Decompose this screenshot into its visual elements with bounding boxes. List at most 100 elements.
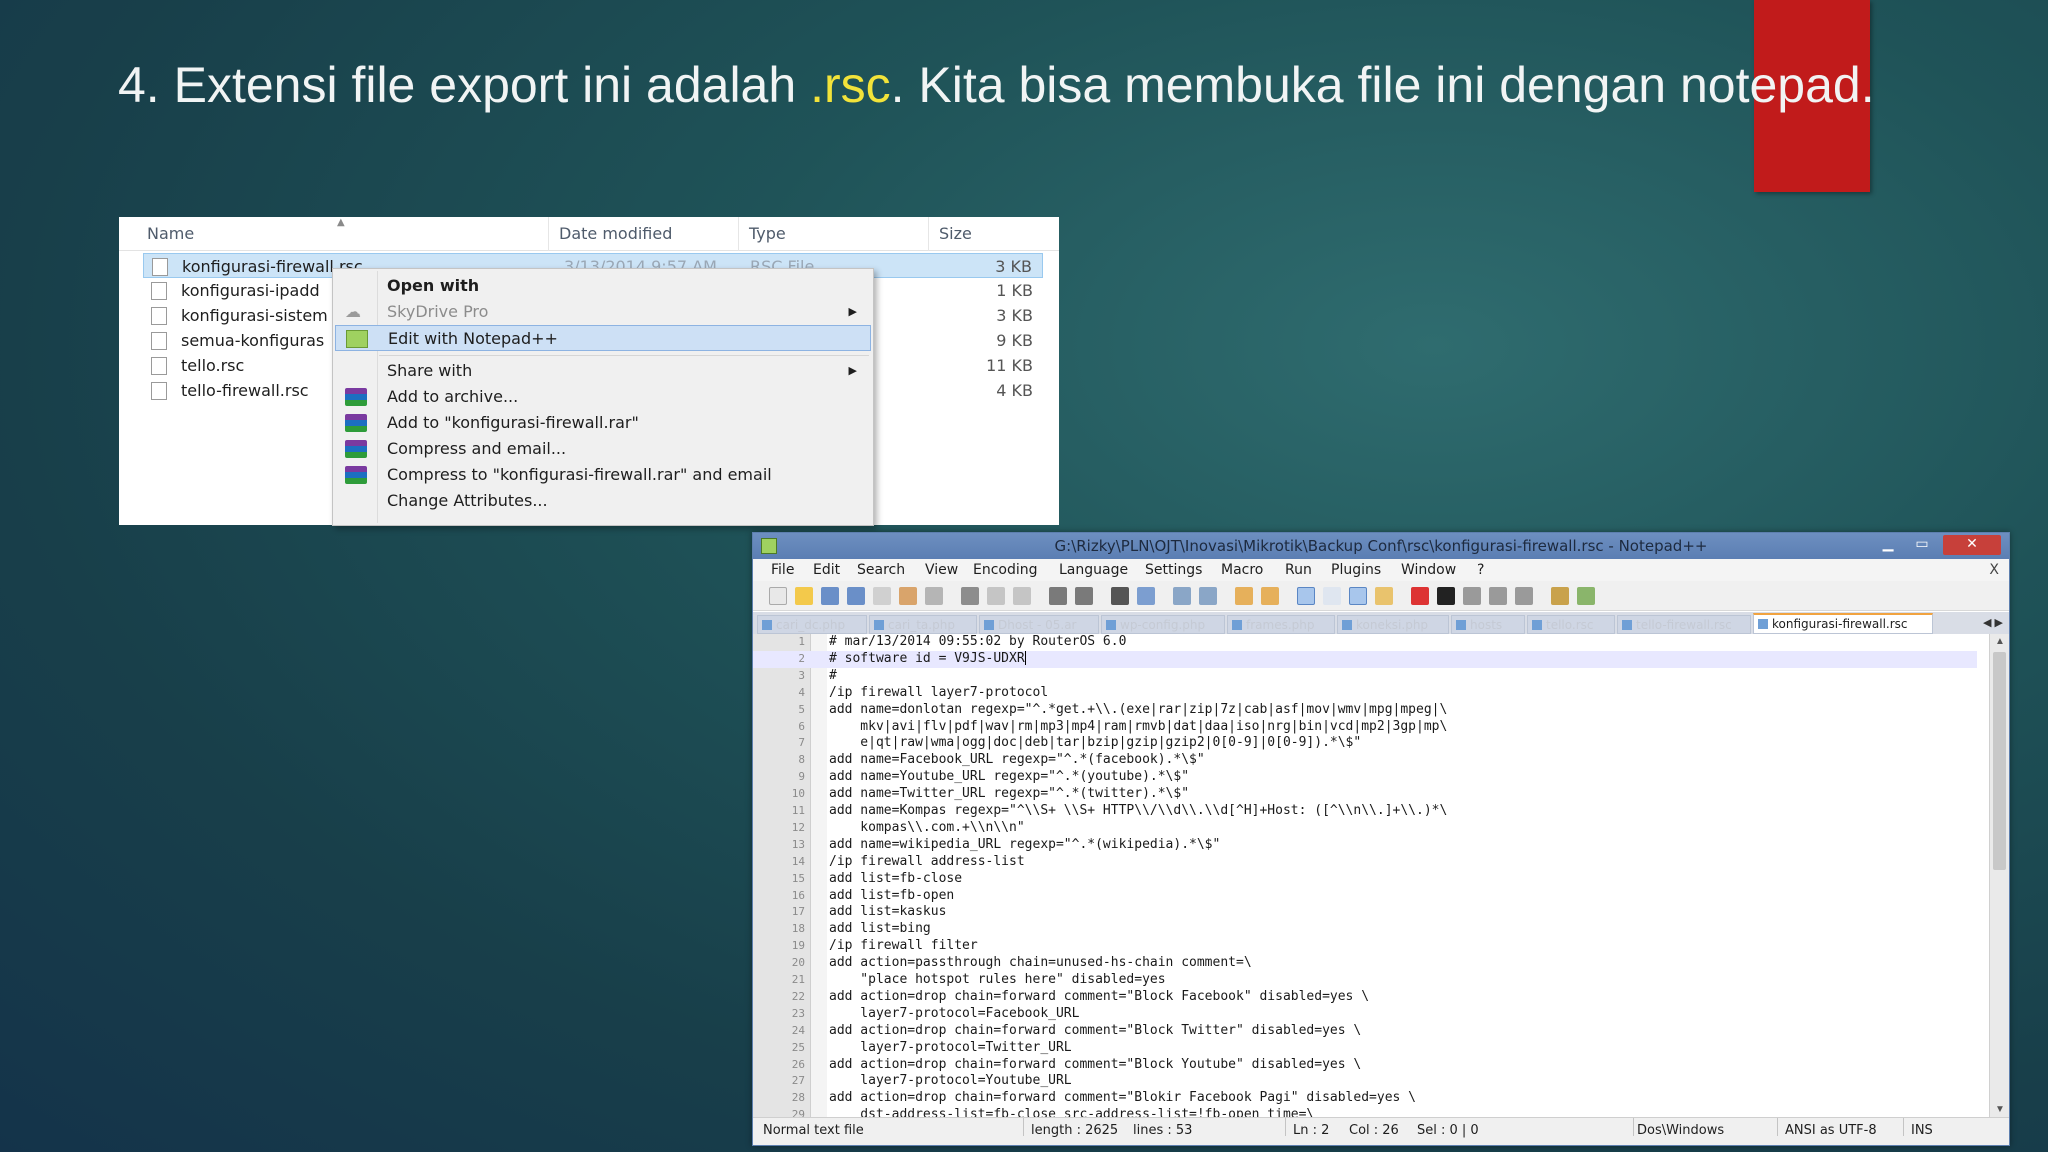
zoom-out-icon[interactable]	[1199, 587, 1217, 605]
copy-icon[interactable]	[987, 587, 1005, 605]
vertical-scrollbar[interactable]: ▲ ▼	[1989, 634, 2009, 1118]
code-line[interactable]: 15 add list=fb-close	[753, 871, 1977, 888]
column-date[interactable]: Date modified	[549, 217, 739, 251]
code-line[interactable]: 10 add name=Twitter_URL regexp="^.*(twitt…	[753, 786, 1977, 803]
code-line[interactable]: 21 "place hotspot rules here" disabled=y…	[753, 972, 1977, 989]
code-line[interactable]: 2 # software id = V9JS-UDXR	[753, 650, 1977, 668]
close-all-icon[interactable]	[899, 587, 917, 605]
code-line[interactable]: 11 add name=Kompas regexp="^\\S+ \\S+ HTT…	[753, 803, 1977, 820]
menu-share-with[interactable]: Share with ▶	[335, 358, 871, 384]
menu-compress-and-email[interactable]: Compress and email...	[335, 436, 871, 462]
stop-macro-icon[interactable]	[1437, 587, 1455, 605]
tab-document[interactable]: cari_ta.php	[869, 615, 977, 634]
menu-open-with[interactable]: Open with	[335, 273, 871, 299]
code-line[interactable]: 14/ip firewall address-list	[753, 854, 1977, 871]
menu-search[interactable]: Search	[857, 559, 905, 581]
code-line[interactable]: 1 # mar/13/2014 09:55:02 by RouterOS 6.0	[753, 634, 1977, 651]
menu-edit[interactable]: Edit	[813, 559, 840, 581]
menu-add-to-rar[interactable]: Add to "konfigurasi-firewall.rar"	[335, 410, 871, 436]
scroll-up-icon[interactable]: ▲	[1990, 634, 2009, 650]
doc-map-icon[interactable]	[1375, 587, 1393, 605]
sync-h-icon[interactable]	[1261, 587, 1279, 605]
cut-icon[interactable]	[961, 587, 979, 605]
print-icon[interactable]	[925, 587, 943, 605]
new-file-icon[interactable]	[769, 587, 787, 605]
column-type[interactable]: Type	[739, 217, 929, 251]
save-macro-icon[interactable]	[1515, 587, 1533, 605]
menu-edit-with-notepadpp[interactable]: Edit with Notepad++	[335, 325, 871, 351]
code-lines[interactable]: 1 # mar/13/2014 09:55:02 by RouterOS 6.0 2…	[753, 634, 1977, 1118]
code-line[interactable]: 12 kompas\\.com.+\\n\\n"	[753, 820, 1977, 837]
tab-active-document[interactable]: konfigurasi-firewall.rsc	[1753, 613, 1933, 634]
code-line[interactable]: 25 layer7-protocol=Twitter_URL	[753, 1040, 1977, 1057]
menu-compress-to-rar-and-email[interactable]: Compress to "konfigurasi-firewall.rar" a…	[335, 462, 871, 488]
tab-document[interactable]: hosts	[1451, 615, 1525, 634]
paste-icon[interactable]	[1013, 587, 1031, 605]
minimize-icon[interactable]: ▁	[1873, 535, 1903, 555]
code-line[interactable]: 19/ip firewall filter	[753, 938, 1977, 955]
save-icon[interactable]	[821, 587, 839, 605]
menu-file[interactable]: File	[771, 559, 794, 581]
code-line[interactable]: 7 e|qt|raw|wma|ogg|doc|deb|tar|bzip|gzip…	[753, 735, 1977, 752]
code-line[interactable]: 24 add action=drop chain=forward comment=…	[753, 1023, 1977, 1040]
tab-document[interactable]: koneksi.php	[1337, 615, 1449, 634]
scroll-down-icon[interactable]: ▼	[1990, 1102, 2009, 1118]
editor[interactable]: 1 # mar/13/2014 09:55:02 by RouterOS 6.0 2…	[753, 634, 2009, 1118]
play-macro-icon[interactable]	[1463, 587, 1481, 605]
tab-document[interactable]: tello.rsc	[1527, 615, 1615, 634]
find-icon[interactable]	[1111, 587, 1129, 605]
menu-plugins[interactable]: Plugins	[1331, 559, 1381, 581]
menu-view[interactable]: View	[925, 559, 958, 581]
code-line[interactable]: 6 mkv|avi|flv|pdf|wav|rm|mp3|mp4|ram|rmv…	[753, 719, 1977, 736]
code-line[interactable]: 8 add name=Facebook_URL regexp="^.*(faceb…	[753, 752, 1977, 769]
tab-scroll-arrows-icon[interactable]: ◀ ▶	[1983, 616, 2003, 629]
record-macro-icon[interactable]	[1411, 587, 1429, 605]
scroll-thumb[interactable]	[1993, 652, 2006, 870]
column-size[interactable]: Size	[929, 217, 1059, 251]
close-document-icon[interactable]: X	[1989, 559, 1999, 581]
code-line[interactable]: 16 add list=fb-open	[753, 888, 1977, 905]
code-line[interactable]: 5 add name=donlotan regexp="^.*get.+\\.(e…	[753, 702, 1977, 719]
menu-change-attributes[interactable]: Change Attributes...	[335, 488, 871, 514]
maximize-icon[interactable]: ▭	[1907, 535, 1937, 555]
redo-icon[interactable]	[1075, 587, 1093, 605]
menu-encoding[interactable]: Encoding	[973, 559, 1038, 581]
menu-settings[interactable]: Settings	[1145, 559, 1202, 581]
plugin-icon[interactable]	[1551, 587, 1569, 605]
window-titlebar[interactable]: G:\Rizky\PLN\OJT\Inovasi\Mikrotik\Backup…	[753, 533, 2009, 559]
code-line[interactable]: 18 add list=bing	[753, 921, 1977, 938]
save-all-icon[interactable]	[847, 587, 865, 605]
code-line[interactable]: 28 add action=drop chain=forward comment=…	[753, 1090, 1977, 1107]
tab-document[interactable]: wp-config.php	[1101, 615, 1225, 634]
code-line[interactable]: 17 add list=kaskus	[753, 904, 1977, 921]
code-line[interactable]: 27 layer7-protocol=Youtube_URL	[753, 1073, 1977, 1090]
zoom-in-icon[interactable]	[1173, 587, 1191, 605]
menu-macro[interactable]: Macro	[1221, 559, 1263, 581]
menu-run[interactable]: Run	[1285, 559, 1312, 581]
open-folder-icon[interactable]	[795, 587, 813, 605]
code-line[interactable]: 20 add action=passthrough chain=unused-hs…	[753, 955, 1977, 972]
menu-language[interactable]: Language	[1059, 559, 1128, 581]
menu-help[interactable]: ?	[1477, 559, 1484, 581]
undo-icon[interactable]	[1049, 587, 1067, 605]
code-line[interactable]: 22 add action=drop chain=forward comment=…	[753, 989, 1977, 1006]
tab-document[interactable]: frames.php	[1227, 615, 1335, 634]
tab-document[interactable]: cari_dc.php	[757, 615, 867, 634]
column-name[interactable]: Name	[119, 217, 549, 251]
tab-document[interactable]: Dhost - 05.ar	[979, 615, 1099, 634]
menu-add-to-archive[interactable]: Add to archive...	[335, 384, 871, 410]
show-all-chars-icon[interactable]	[1323, 587, 1341, 605]
code-line[interactable]: 23 layer7-protocol=Facebook_URL	[753, 1006, 1977, 1023]
menu-skydrive-pro[interactable]: ☁ SkyDrive Pro ▶	[335, 299, 871, 325]
close-file-icon[interactable]	[873, 587, 891, 605]
run-macro-multiple-icon[interactable]	[1489, 587, 1507, 605]
menu-window[interactable]: Window	[1401, 559, 1456, 581]
close-icon[interactable]: ✕	[1943, 535, 2001, 555]
code-line[interactable]: 13 add name=wikipedia_URL regexp="^.*(wik…	[753, 837, 1977, 854]
code-line[interactable]: 9 add name=Youtube_URL regexp="^.*(youtub…	[753, 769, 1977, 786]
tab-document[interactable]: tello-firewall.rsc	[1617, 615, 1751, 634]
spellcheck-icon[interactable]	[1577, 587, 1595, 605]
indent-guide-icon[interactable]	[1349, 587, 1367, 605]
word-wrap-icon[interactable]	[1297, 587, 1315, 605]
replace-icon[interactable]	[1137, 587, 1155, 605]
